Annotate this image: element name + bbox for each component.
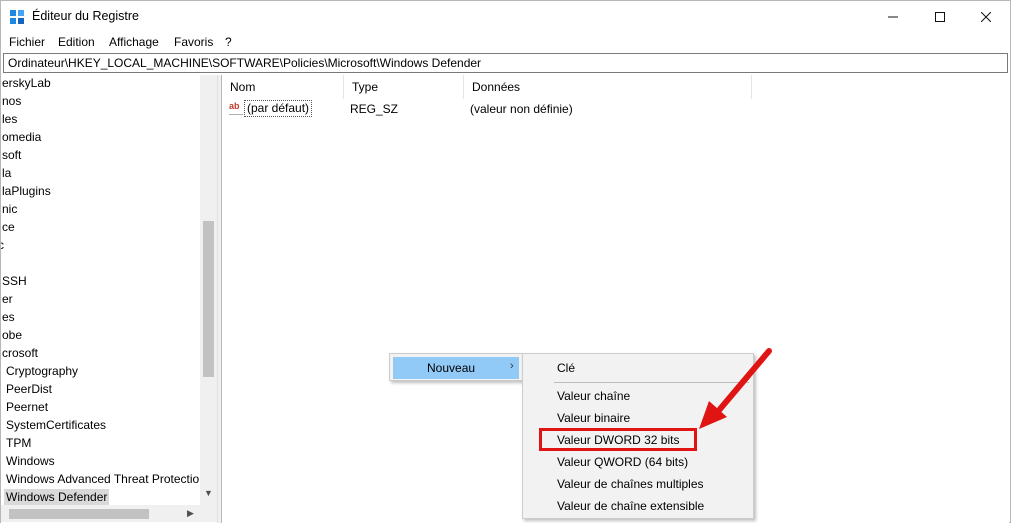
submenu-arrow-icon: › (510, 360, 514, 372)
annotation-highlight-box (539, 428, 697, 451)
tree-item[interactable]: c (1, 237, 4, 255)
tree-item[interactable]: TPM (6, 435, 31, 453)
column-header-donnees[interactable]: Données (464, 75, 752, 99)
submenu-item-label: Valeur binaire (557, 411, 631, 425)
scroll-right-arrow-icon[interactable]: ▶ (183, 506, 198, 521)
tree-item[interactable]: la (2, 165, 11, 183)
tree-item[interactable]: ce (2, 219, 15, 237)
tree-item[interactable]: crosoft (2, 345, 38, 363)
address-bar[interactable]: Ordinateur\HKEY_LOCAL_MACHINE\SOFTWARE\P… (3, 53, 1008, 73)
minimize-button[interactable] (870, 1, 916, 32)
tree-item[interactable]: er (2, 291, 13, 309)
column-header-type[interactable]: Type (344, 75, 464, 99)
tree-vertical-scroll-thumb[interactable] (203, 221, 214, 377)
menu-fichier[interactable]: Fichier (9, 35, 45, 49)
menu-bar: Fichier Edition Affichage Favoris ? (1, 32, 1010, 52)
tree-item[interactable]: laPlugins (2, 183, 51, 201)
annotation-arrow-icon (699, 348, 772, 429)
column-header-nom[interactable]: Nom (222, 75, 344, 99)
submenu-item-label: Valeur QWORD (64 bits) (557, 455, 689, 469)
context-menu: Nouveau › (389, 353, 523, 381)
tree-item[interactable]: SystemCertificates (6, 417, 106, 435)
window-title: Éditeur du Registre (32, 9, 140, 23)
address-path: Ordinateur\HKEY_LOCAL_MACHINE\SOFTWARE\P… (8, 56, 482, 70)
maximize-button[interactable] (917, 1, 963, 32)
tree-item[interactable]: es (2, 309, 15, 327)
string-value-icon: ab (229, 102, 243, 115)
submenu-item-valeur-qword[interactable]: Valeur QWORD (64 bits) (526, 451, 750, 473)
menu-item-nouveau[interactable]: Nouveau › (393, 357, 519, 379)
tree-item[interactable]: les (2, 111, 17, 129)
tree-item[interactable]: obe (2, 327, 22, 345)
value-name: (par défaut) (244, 100, 313, 117)
tree-item[interactable]: soft (2, 147, 21, 165)
regedit-window: Éditeur du Registre Fichier Edition Affi… (0, 0, 1011, 523)
menu-affichage[interactable]: Affichage (109, 35, 159, 49)
submenu-item-label: Valeur chaîne (557, 389, 631, 403)
tree-item[interactable]: Windows (6, 453, 55, 471)
value-data: (valeur non définie) (470, 102, 573, 116)
submenu-item-valeur-extensible[interactable]: Valeur de chaîne extensible (526, 495, 750, 517)
tree-item[interactable]: PeerDist (6, 381, 52, 399)
submenu-item-valeur-multiples[interactable]: Valeur de chaînes multiples (526, 473, 750, 495)
value-row[interactable]: ab (par défaut) REG_SZ (valeur non défin… (222, 99, 822, 119)
key-tree: erskyLab nos les omedia soft la laPlugin… (1, 75, 217, 523)
tree-item[interactable]: Cryptography (6, 363, 78, 381)
submenu-item-label: Valeur de chaîne extensible (557, 499, 705, 513)
tree-item[interactable]: Windows Advanced Threat Protectio (6, 471, 199, 489)
tree-item[interactable]: nic (2, 201, 17, 219)
submenu-item-label: Clé (557, 361, 576, 375)
title-bar: Éditeur du Registre (1, 1, 1010, 32)
registry-app-icon (10, 10, 24, 24)
menu-help[interactable]: ? (225, 35, 232, 49)
value-type: REG_SZ (350, 102, 399, 116)
submenu-item-label: Valeur de chaînes multiples (557, 477, 704, 491)
scrollbar-corner (200, 505, 217, 522)
minimize-icon (888, 16, 898, 17)
tree-item[interactable]: Peernet (6, 399, 48, 417)
tree-item[interactable]: nos (2, 93, 21, 111)
menu-edition[interactable]: Edition (58, 35, 95, 49)
tree-item[interactable]: SSH (2, 273, 27, 291)
menu-favoris[interactable]: Favoris (174, 35, 213, 49)
close-button[interactable] (963, 1, 1009, 32)
tree-horizontal-scroll-thumb[interactable] (9, 509, 149, 519)
tree-item[interactable]: omedia (2, 129, 41, 147)
menu-item-nouveau-label: Nouveau (427, 361, 476, 375)
scroll-down-arrow-icon[interactable]: ▼ (201, 488, 216, 502)
tree-item[interactable]: erskyLab (2, 75, 51, 93)
maximize-icon (935, 11, 945, 22)
close-icon (981, 11, 991, 22)
